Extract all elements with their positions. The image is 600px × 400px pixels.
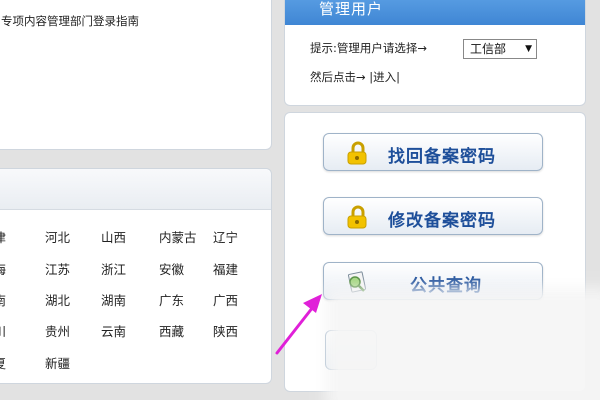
pointer-arrow-icon [275,294,322,355]
